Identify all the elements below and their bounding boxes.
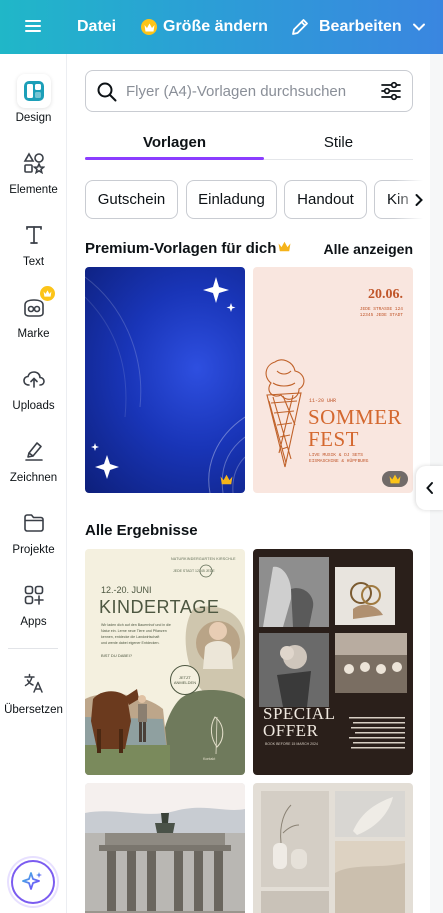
summer-address-1: JEDE STRASSE 124 [359, 307, 403, 312]
brand-icon [17, 286, 55, 324]
upload-cloud-icon [17, 362, 51, 396]
kids-dates: 12.-20. JUNI [101, 585, 152, 595]
rail-item-elements[interactable]: Elemente [0, 146, 67, 210]
chip-invitation[interactable]: Einladung [186, 180, 277, 219]
crown-icon [141, 19, 157, 35]
berlin-gate-photo [85, 783, 245, 913]
template-card-kindertage[interactable]: NATURKINDERGARTEN KIRSCHLE JEDE STADT 12… [85, 549, 245, 775]
pencil-icon [290, 17, 310, 37]
see-all-link[interactable]: Alle anzeigen [324, 241, 413, 257]
chip-handout[interactable]: Handout [284, 180, 367, 219]
template-card-summer-fest[interactable]: 20.06. JEDE STRASSE 124 12345 JEDE STADT… [253, 267, 413, 493]
rail-divider [8, 648, 58, 649]
tab-templates[interactable]: Vorlagen [85, 124, 264, 160]
edit-label: Bearbeiten [319, 18, 402, 35]
kids-text-1: Wir laden dich auf den Bauernhof und in … [101, 623, 171, 627]
summer-address-2: 12345 JEDE STADT [359, 313, 403, 318]
chips-next-button[interactable] [394, 180, 430, 220]
neutral-collage-photo [261, 791, 405, 913]
rail-item-apps[interactable]: Apps [0, 578, 67, 642]
chevron-left-icon [425, 481, 435, 495]
resize-label: Größe ändern [163, 18, 268, 35]
kids-register-badge: JETZT ANMELDEN [170, 665, 200, 695]
offer-sub: BOOK BEFORE 15 MARCH 2024 [265, 742, 318, 746]
filter-chips: Gutschein Einladung Handout Kin [85, 180, 430, 220]
summer-time: 11-20 UHR [309, 398, 337, 404]
rail-item-uploads[interactable]: Uploads [0, 362, 67, 426]
tabs: Vorlagen Stile [85, 124, 413, 160]
chevron-right-icon [414, 193, 424, 207]
rail-label-draw: Zeichnen [9, 472, 58, 484]
text-icon [17, 218, 51, 252]
rail-label-uploads: Uploads [12, 400, 55, 412]
kids-contact: Kontakt [203, 757, 216, 761]
premium-section-title: Premium-Vorlagen für dich [85, 240, 277, 257]
kids-text-3: kennen, entdecke die Landwirtschaft [101, 635, 160, 639]
chip-voucher[interactable]: Gutschein [85, 180, 178, 219]
top-bar: Datei Größe ändern Bearbeiten [0, 0, 443, 54]
kids-btn-2: ANMELDEN [173, 680, 197, 685]
edit-menu-button[interactable]: Bearbeiten [290, 0, 426, 54]
template-preview-blue [85, 276, 245, 493]
template-card-special-offer[interactable]: SPECIAL OFFER BOOK BEFORE 15 MARCH 2024 [253, 549, 413, 775]
kids-text-2: Natur ein. Lerne neue Tiere und Pflanzen [101, 629, 167, 633]
templates-panel: Flyer (A4)-Vorlagen durchsuchen Vorlagen… [67, 54, 430, 913]
tab-active-indicator [85, 157, 264, 160]
elements-icon [17, 146, 51, 180]
premium-crown-icon [278, 241, 291, 252]
kids-title: KINDERTAGE [99, 597, 220, 617]
template-card-blue-sparkle[interactable] [85, 267, 245, 493]
rail-label-text: Text [22, 256, 45, 268]
rail-item-translate[interactable]: Übersetzen [0, 666, 67, 730]
rail-item-projects[interactable]: Projekte [0, 506, 67, 570]
tab-styles[interactable]: Stile [264, 124, 413, 160]
search-icon [96, 81, 118, 108]
file-menu-button[interactable]: Datei [77, 0, 116, 54]
resize-button[interactable]: Größe ändern [141, 0, 268, 54]
filter-icon[interactable] [380, 80, 402, 107]
rail-label-design: Design [15, 112, 52, 124]
rail-item-brand[interactable]: Marke [0, 286, 67, 354]
summer-sub-1: LIVE MUSIK & DJ SETS [309, 453, 364, 458]
rail-item-text[interactable]: Text [0, 218, 67, 282]
collapse-panel-button[interactable] [416, 466, 443, 510]
magic-assistant-button[interactable] [11, 860, 55, 904]
premium-badge [382, 471, 408, 487]
rail-item-design[interactable]: Design [0, 74, 67, 138]
template-card-berlin[interactable] [85, 783, 245, 913]
premium-badge [213, 471, 239, 487]
summer-title-2: FEST [308, 427, 360, 451]
template-card-neutral-collage[interactable] [253, 783, 413, 913]
side-rail: Design Elemente Text Marke Uploads Zeich… [0, 54, 67, 913]
translate-icon [17, 666, 51, 700]
menu-icon[interactable] [22, 15, 44, 37]
summer-sub-2: EISMASCHINE & HÜPFBURG [309, 459, 369, 464]
rail-label-translate: Übersetzen [4, 704, 63, 716]
rail-label-projects: Projekte [12, 544, 55, 556]
kids-header: NATURKINDERGARTEN KIRSCHLE [171, 557, 236, 561]
kids-cta: BIST DU DABEI? [101, 653, 133, 658]
rail-label-elements: Elemente [9, 184, 58, 196]
search-input[interactable]: Flyer (A4)-Vorlagen durchsuchen [126, 83, 346, 100]
folder-icon [17, 506, 51, 540]
offer-title-2: OFFER [263, 721, 319, 740]
premium-crown-icon [39, 286, 55, 301]
kids-sub: JEDE STADT 12345 JEDE [173, 569, 215, 573]
draw-icon [17, 434, 51, 468]
kindertage-photo-collage [85, 564, 245, 775]
results-section-title: Alle Ergebnisse [85, 522, 198, 539]
chevron-down-icon [412, 22, 426, 32]
apps-icon [17, 578, 51, 612]
search-box[interactable]: Flyer (A4)-Vorlagen durchsuchen [85, 70, 413, 112]
rail-label-brand: Marke [17, 328, 50, 340]
summer-date: 20.06. [368, 287, 403, 302]
sparkle-icon [21, 870, 45, 894]
design-icon [16, 74, 51, 108]
kids-text-4: und werde dabei eigener Entdecken. [101, 641, 160, 645]
rail-label-apps: Apps [20, 616, 47, 628]
rail-item-draw[interactable]: Zeichnen [0, 434, 67, 498]
